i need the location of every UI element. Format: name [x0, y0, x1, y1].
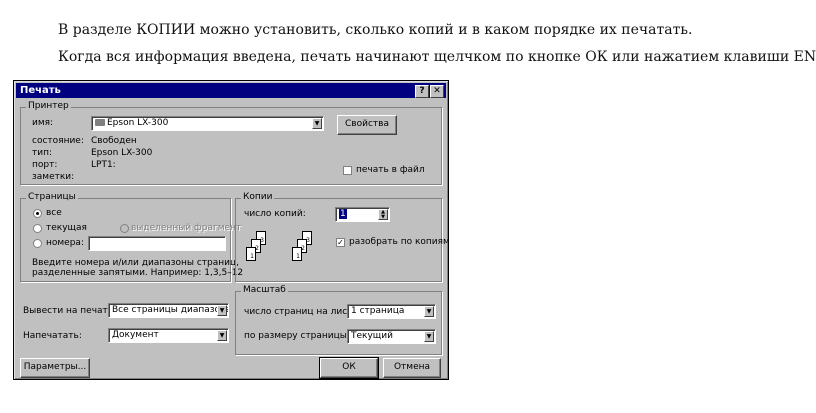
collate-label: разобрать по копиям — [349, 237, 450, 247]
print-what-dropdown[interactable]: Все страницы диапазона ▼ — [108, 303, 229, 318]
notes-label: заметки: — [32, 172, 75, 182]
print-to-file-checkbox[interactable] — [343, 166, 352, 175]
print-value: Документ — [112, 330, 159, 340]
printer-name-value: Epson LX-300 — [107, 118, 169, 128]
radio-current-label: текущая — [46, 223, 87, 233]
print-dialog: Печать ? ✕ Принтер имя: Epson LX-300 ▼ С… — [13, 80, 450, 380]
copies-count-label: число копий: — [244, 209, 306, 219]
radio-all[interactable] — [33, 209, 42, 218]
print-label: Напечатать: — [23, 331, 82, 341]
dialog-title: Печать — [20, 85, 61, 96]
printer-name-dropdown[interactable]: Epson LX-300 ▼ — [91, 116, 324, 131]
collate-page-icon: 1 — [292, 247, 302, 261]
pages-hint-line2: разделенные запятыми. Например: 1,3,5–12 — [32, 268, 244, 278]
radio-numbers[interactable] — [33, 239, 42, 248]
dialog-titlebar: Печать ? ✕ — [16, 83, 446, 98]
print-what-label: Вывести на печать: — [23, 306, 117, 316]
chevron-down-icon[interactable]: ▼ — [312, 118, 322, 129]
chevron-down-icon[interactable]: ▼ — [217, 305, 227, 316]
radio-selection — [120, 224, 129, 233]
printer-icon — [95, 119, 105, 126]
chevron-down-icon[interactable]: ▼ — [217, 330, 227, 341]
pages-per-sheet-label: число страниц на листе: — [244, 307, 361, 317]
type-value: Epson LX-300 — [91, 148, 153, 158]
print-what-value: Все страницы диапазона — [112, 305, 229, 315]
printer-group-title: Принтер — [26, 101, 71, 111]
close-button[interactable]: ✕ — [430, 85, 444, 98]
pages-per-sheet-value: 1 страница — [351, 306, 405, 316]
zoom-group: Масштаб число страниц на листе: 1 страни… — [235, 285, 442, 355]
help-button[interactable]: ? — [415, 85, 429, 98]
collate-page-icon: 1 — [246, 247, 256, 261]
pages-per-sheet-dropdown[interactable]: 1 страница ▼ — [347, 304, 436, 319]
chevron-down-icon[interactable]: ▼ — [424, 306, 434, 317]
port-label: порт: — [32, 160, 58, 170]
ok-button[interactable]: ОК — [319, 357, 379, 379]
radio-numbers-label: номера: — [46, 238, 84, 248]
scale-to-paper-label: по размеру страницы: — [244, 331, 350, 341]
printer-group: Принтер имя: Epson LX-300 ▼ Свойства сос… — [20, 101, 442, 185]
page-numbers-input[interactable] — [88, 236, 226, 251]
scale-to-paper-dropdown[interactable]: Текущий ▼ — [347, 329, 436, 344]
paragraph-ok-intro: Когда вся информация введена, печать нач… — [58, 49, 816, 65]
paragraph-copies-intro: В разделе КОПИИ можно установить, скольк… — [58, 22, 693, 38]
printer-name-label: имя: — [32, 118, 54, 128]
copies-count-spinner[interactable]: 1 ▲ ▼ — [335, 207, 390, 222]
pages-group: Страницы все текущая выделенный фрагмент… — [20, 192, 243, 282]
collate-checkbox[interactable]: ✓ — [336, 238, 345, 247]
port-value: LPT1: — [91, 160, 116, 170]
copies-group-title: Копии — [241, 192, 275, 202]
print-dropdown[interactable]: Документ ▼ — [108, 328, 229, 343]
properties-button[interactable]: Свойства — [337, 115, 397, 135]
radio-selection-label: выделенный фрагмент — [131, 223, 242, 233]
copies-group: Копии число копий: 1 ▲ ▼ 3 2 1 3 2 1 ✓ ра… — [235, 192, 450, 282]
state-label: состояние: — [32, 136, 84, 146]
scale-to-paper-value: Текущий — [351, 331, 393, 341]
print-to-file-label: печать в файл — [356, 165, 425, 175]
radio-current[interactable] — [33, 224, 42, 233]
zoom-group-title: Масштаб — [241, 285, 288, 295]
type-label: тип: — [32, 148, 53, 158]
spinner-arrows-icon[interactable]: ▲ ▼ — [378, 209, 388, 220]
chevron-down-icon[interactable]: ▼ — [424, 331, 434, 342]
state-value: Свободен — [91, 136, 137, 146]
radio-all-label: все — [46, 208, 62, 218]
pages-hint-line1: Введите номера и/или диапазоны страниц, — [32, 258, 239, 268]
copies-count-value: 1 — [339, 209, 347, 219]
pages-group-title: Страницы — [26, 192, 78, 202]
options-button[interactable]: Параметры... — [20, 358, 90, 378]
cancel-button[interactable]: Отмена — [383, 358, 441, 378]
